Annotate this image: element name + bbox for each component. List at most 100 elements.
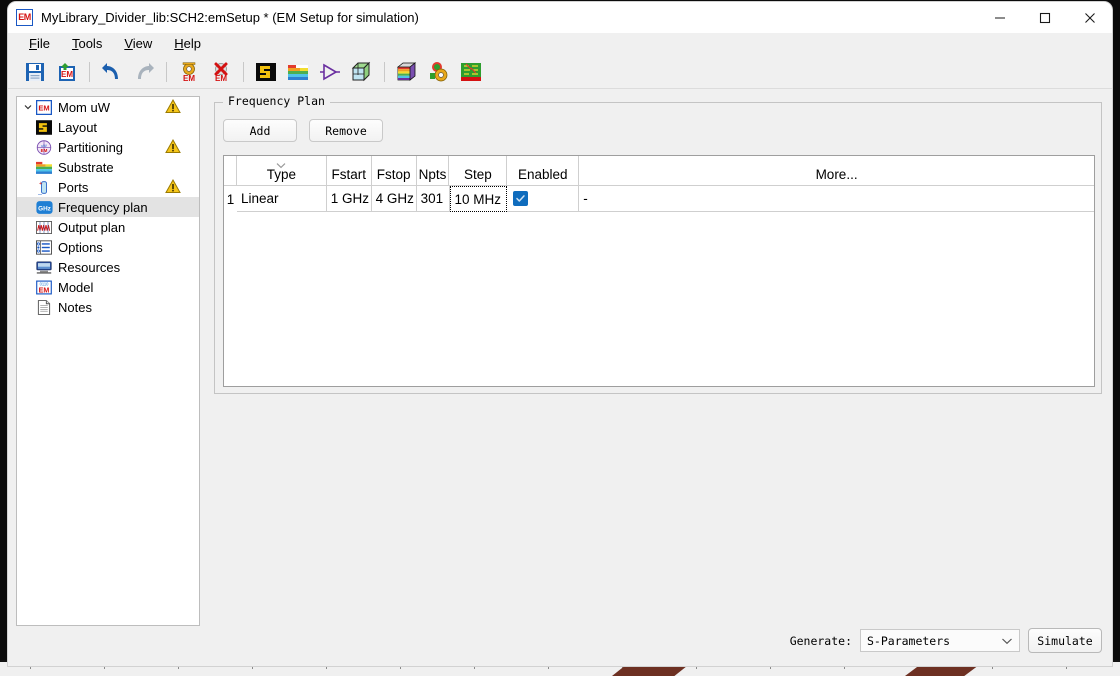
minimize-button[interactable] xyxy=(977,2,1022,33)
simulate-button[interactable]: Simulate xyxy=(1028,628,1102,653)
cell-enabled[interactable] xyxy=(507,186,580,212)
warning-icon xyxy=(165,178,181,199)
redo-button[interactable] xyxy=(129,58,159,86)
options-icon xyxy=(35,239,53,255)
substrate-icon xyxy=(288,64,308,80)
cell-more[interactable]: - xyxy=(579,186,1094,212)
sidebar-item-partitioning[interactable]: uW EM Partitioning xyxy=(17,137,199,157)
sidebar-item-substrate[interactable]: Substrate xyxy=(17,157,199,177)
em-model-button[interactable] xyxy=(456,58,486,86)
check-icon xyxy=(516,195,526,202)
svg-text:GHz: GHz xyxy=(38,205,51,212)
tree-item-mom-uw[interactable]: EM Mom uW xyxy=(17,97,199,117)
header-fstart-label: Fstart xyxy=(331,167,366,182)
menu-file[interactable]: File xyxy=(18,33,61,55)
sidebar-item-options[interactable]: Options xyxy=(17,237,199,257)
frequency-plan-table[interactable]: Type Fstart Fstop Npts Step Enabled More… xyxy=(223,155,1095,387)
menu-bar: File Tools View Help xyxy=(8,33,1112,55)
header-fstop[interactable]: Fstop xyxy=(371,156,417,186)
ghz-icon: GHz xyxy=(35,199,53,215)
3d-view-button[interactable] xyxy=(347,58,377,86)
remove-button[interactable]: Remove xyxy=(309,119,383,142)
em-model-icon xyxy=(461,62,481,81)
layout-button[interactable] xyxy=(251,58,281,86)
header-enabled-label: Enabled xyxy=(517,167,568,182)
cell-step[interactable]: 10 MHz xyxy=(449,186,508,212)
header-npts-label: Npts xyxy=(418,167,447,182)
layout-icon xyxy=(35,119,53,135)
header-more[interactable]: More... xyxy=(579,156,1094,186)
header-npts[interactable]: Npts xyxy=(416,156,450,186)
cell-fstart[interactable]: 1 GHz xyxy=(326,186,372,212)
sidebar-item-label: Ports xyxy=(58,179,89,195)
svg-text:EM: EM xyxy=(61,70,73,79)
sidebar-item-notes[interactable]: Notes xyxy=(17,297,199,317)
sidebar-item-resources[interactable]: Resources xyxy=(17,257,199,277)
svg-text:EM: EM xyxy=(38,103,49,112)
header-enabled[interactable]: Enabled xyxy=(507,156,580,186)
em-settings-icon: EM xyxy=(182,61,195,83)
add-button[interactable]: Add xyxy=(223,119,297,142)
svg-text:EM: EM xyxy=(183,74,195,83)
header-fstart[interactable]: Fstart xyxy=(326,156,372,186)
menu-tools[interactable]: Tools xyxy=(61,33,113,55)
enabled-checkbox[interactable] xyxy=(513,191,529,206)
setup-tree-panel[interactable]: EM Mom uW Layout uW EM Partitioning Subs… xyxy=(16,96,200,626)
cell-type[interactable]: Linear xyxy=(236,186,327,212)
sidebar-item-label: Frequency plan xyxy=(58,199,148,215)
symbol-button[interactable] xyxy=(315,58,345,86)
svg-text:EM: EM xyxy=(41,148,48,153)
window-title: MyLibrary_Divider_lib:SCH2:emSetup * (EM… xyxy=(41,10,419,25)
save-em-setup-icon: EM xyxy=(59,62,75,81)
menu-tools-rest: ools xyxy=(78,36,103,51)
svg-text:EM: EM xyxy=(215,74,227,83)
toolbar-separator-4 xyxy=(384,61,385,82)
em-delete-button[interactable]: EM xyxy=(206,58,236,86)
save-em-setup-button[interactable]: EM xyxy=(52,58,82,86)
sidebar-item-ports[interactable]: + _ Ports xyxy=(17,177,199,197)
sidebar-item-label: Partitioning xyxy=(58,139,124,155)
header-type[interactable]: Type xyxy=(236,156,327,186)
model-icon: 0110 EM xyxy=(35,279,53,295)
layout-icon xyxy=(256,62,276,81)
generate-select[interactable]: S-Parameters xyxy=(860,629,1020,652)
expand-chevron-icon[interactable] xyxy=(21,102,35,112)
em-setup-window: EM MyLibrary_Divider_lib:SCH2:emSetup * … xyxy=(8,2,1112,666)
substrate-button[interactable] xyxy=(283,58,313,86)
sidebar-item-label: Output plan xyxy=(58,219,126,235)
header-step[interactable]: Step xyxy=(449,156,508,186)
3d-em-preview-button[interactable] xyxy=(392,58,422,86)
sidebar-item-layout[interactable]: Layout xyxy=(17,117,199,137)
resources-icon xyxy=(35,259,53,275)
frequency-plan-group: Frequency Plan Add Remove Type Fstart Fs… xyxy=(214,94,1102,394)
window-body: EM Mom uW Layout uW EM Partitioning Subs… xyxy=(8,90,1112,666)
em-cosim-button[interactable] xyxy=(424,58,454,86)
header-more-label: More... xyxy=(815,167,858,182)
table-row[interactable]: 1 Linear 1 GHz 4 GHz 301 10 MHz - xyxy=(224,186,1094,212)
save-button[interactable] xyxy=(20,58,50,86)
redo-icon xyxy=(138,62,154,79)
frequency-plan-actions: Add Remove xyxy=(223,119,383,142)
generate-label: Generate: xyxy=(789,633,852,648)
cell-rownum: 1 xyxy=(224,186,237,212)
warning-icon xyxy=(165,138,181,159)
sidebar-item-label: Options xyxy=(58,239,103,255)
close-button[interactable] xyxy=(1067,2,1112,33)
cell-npts[interactable]: 301 xyxy=(416,186,450,212)
sidebar-item-label: Substrate xyxy=(58,159,114,175)
cell-fstop[interactable]: 4 GHz xyxy=(371,186,417,212)
sidebar-item-frequency-plan[interactable]: GHz Frequency plan xyxy=(17,197,199,217)
em-settings-button[interactable]: EM xyxy=(174,58,204,86)
notes-icon xyxy=(35,299,53,315)
sidebar-item-output-plan[interactable]: Output plan xyxy=(17,217,199,237)
sidebar-item-model[interactable]: 0110 EM Model xyxy=(17,277,199,297)
svg-text:EM: EM xyxy=(39,286,50,294)
undo-icon xyxy=(102,62,118,79)
3d-view-icon xyxy=(351,61,371,81)
menu-help-rest: elp xyxy=(183,36,202,51)
bottom-bar: Generate: S-Parameters Simulate xyxy=(790,628,1102,653)
menu-view[interactable]: View xyxy=(113,33,163,55)
undo-button[interactable] xyxy=(97,58,127,86)
menu-help[interactable]: Help xyxy=(163,33,212,55)
maximize-button[interactable] xyxy=(1022,2,1067,33)
